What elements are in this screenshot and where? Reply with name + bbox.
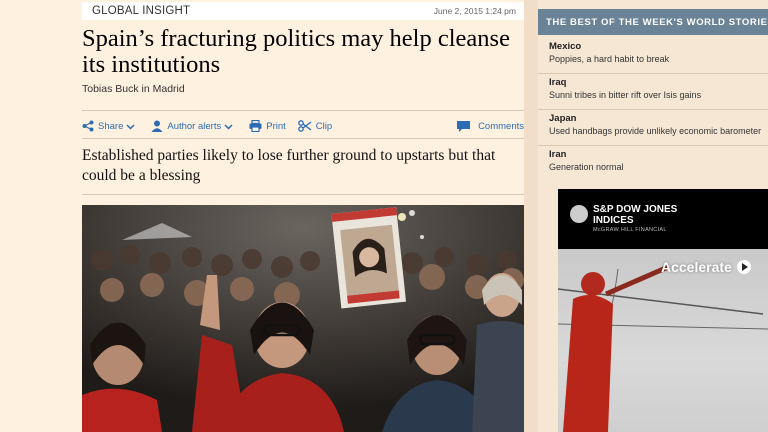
share-button[interactable]: Share <box>82 120 139 132</box>
ad-cta-label: Accelerate <box>661 259 732 275</box>
section-bar: GLOBAL INSIGHT June 2, 2015 1:24 pm <box>82 2 524 20</box>
ad-header: S&P DOW JONES INDICES McGRAW HILL FINANC… <box>558 189 768 249</box>
author-alerts-button[interactable]: Author alerts <box>151 120 237 132</box>
ad-illustration <box>558 264 768 432</box>
story-country: Iran <box>549 149 567 160</box>
author-alerts-label: Author alerts <box>167 120 222 132</box>
headline: Spain’s fracturing politics may help cle… <box>82 25 510 78</box>
chevron-down-icon <box>126 123 135 130</box>
ad-brand-sub: McGRAW HILL FINANCIAL <box>593 227 667 233</box>
story-title[interactable]: Used handbags provide unlikely economic … <box>549 125 768 137</box>
clip-button[interactable]: Clip <box>297 120 333 132</box>
sidebar-heading: THE BEST OF THE WEEK'S WORLD STORIES <box>538 9 768 35</box>
section-label[interactable]: GLOBAL INSIGHT <box>92 5 190 17</box>
play-icon <box>736 260 751 274</box>
publish-date: June 2, 2015 1:24 pm <box>433 6 516 16</box>
chevron-down-icon <box>224 123 233 130</box>
share-icon <box>82 120 94 132</box>
ad-brand-line2: INDICES <box>593 215 634 226</box>
byline[interactable]: Tobias Buck in Madrid <box>82 83 185 95</box>
speech-bubble-icon <box>457 120 471 132</box>
print-button[interactable]: Print <box>249 120 286 132</box>
ad-cta-button[interactable]: Accelerate <box>661 259 751 275</box>
story-country: Iraq <box>549 77 567 88</box>
share-label: Share <box>98 120 124 132</box>
advertisement[interactable]: S&P DOW JONES INDICES McGRAW HILL FINANC… <box>558 189 768 432</box>
story-country: Japan <box>549 113 577 124</box>
article-photo <box>82 205 524 432</box>
ad-image <box>558 249 768 432</box>
crowd-photo-illustration <box>82 205 524 432</box>
story-title[interactable]: Poppies, a hard habit to break <box>549 53 768 65</box>
story-title[interactable]: Generation normal <box>549 161 768 173</box>
article-tools: Share Author alerts Print Clip Comments <box>82 116 524 136</box>
clip-label: Clip <box>315 120 333 132</box>
sidebar-story-japan[interactable]: Japan Used handbags provide unlikely eco… <box>538 110 768 146</box>
sidebar-story-iran[interactable]: Iran Generation normal <box>538 146 768 181</box>
comments-button[interactable]: Comments <box>456 120 524 133</box>
scissors-icon <box>297 120 312 132</box>
divider <box>82 110 524 111</box>
divider <box>82 194 524 195</box>
sp-logo-icon <box>570 205 588 223</box>
printer-icon <box>249 120 262 132</box>
sidebar: THE BEST OF THE WEEK'S WORLD STORIES Mex… <box>538 0 768 432</box>
standfirst: Established parties likely to lose furth… <box>82 147 496 184</box>
ad-brand: S&P DOW JONES INDICES <box>593 204 677 226</box>
divider <box>82 138 524 139</box>
story-country: Mexico <box>549 41 582 52</box>
story-title[interactable]: Sunni tribes in bitter rift over Isis ga… <box>549 89 768 101</box>
sidebar-story-mexico[interactable]: Mexico Poppies, a hard habit to break <box>538 38 768 74</box>
comments-label: Comments <box>478 120 524 132</box>
ad-brand-line1: S&P DOW JONES <box>593 204 678 215</box>
person-icon <box>151 120 163 132</box>
print-label: Print <box>266 120 286 132</box>
sidebar-story-list: Mexico Poppies, a hard habit to break Ir… <box>538 38 768 181</box>
sidebar-story-iraq[interactable]: Iraq Sunni tribes in bitter rift over Is… <box>538 74 768 110</box>
column-gutter <box>524 0 538 432</box>
